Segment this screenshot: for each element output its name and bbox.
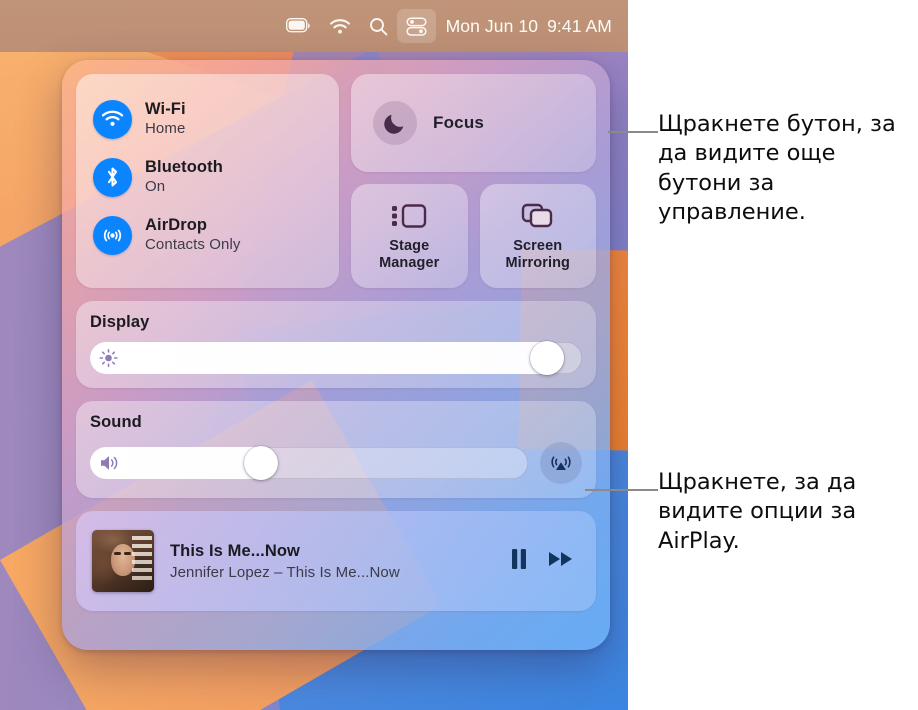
screen-mirroring-tile[interactable]: Screen Mirroring [479,184,596,288]
volume-slider[interactable] [90,446,528,480]
airdrop-icon [93,215,132,255]
brightness-icon [99,348,118,368]
brightness-slider[interactable] [90,341,582,375]
bluetooth-title: Bluetooth [145,158,223,177]
display-panel: Display [76,301,596,388]
spotlight-search-icon[interactable] [360,9,397,43]
menu-bar-clock[interactable]: Mon Jun 10 9:41 AM [446,16,612,37]
connectivity-tile: Wi-Fi Home Bluetooth On AirDrop Contacts… [76,74,339,288]
control-center-icon[interactable] [396,9,436,43]
menu-bar-date: Mon Jun 10 [445,15,539,36]
leader-line-control-center [608,131,658,133]
track-title: This Is Me...Now [170,541,300,560]
speaker-icon [99,454,123,473]
airdrop-title: AirDrop [145,216,208,235]
track-artist-album: Jennifer Lopez – This Is Me...Now [170,563,400,581]
desktop-screen: Mon Jun 10 9:41 AM Wi-Fi Home Bluetooth … [0,0,628,710]
now-playing-panel: This Is Me...Now Jennifer Lopez – This I… [76,511,596,611]
menu-bar-time: 9:41 AM [547,15,612,36]
stage-manager-tile[interactable]: Stage Manager [351,184,468,288]
menu-bar: Mon Jun 10 9:41 AM [0,0,628,52]
focus-label: Focus [433,113,485,132]
airplay-audio-icon [551,456,571,470]
bluetooth-status: On [145,177,166,195]
wifi-status: Home [145,119,186,137]
album-artwork [92,530,154,592]
leader-line-airplay [585,489,658,491]
wifi-icon[interactable] [320,9,360,43]
bluetooth-row[interactable]: Bluetooth On [76,148,339,206]
fast-forward-button[interactable] [548,549,574,574]
battery-icon[interactable] [277,9,320,43]
sound-panel: Sound [76,401,596,498]
bluetooth-icon [93,157,132,197]
pause-button[interactable] [510,548,528,575]
wifi-row[interactable]: Wi-Fi Home [76,90,339,148]
wifi-title: Wi-Fi [145,100,186,119]
wifi-icon [93,99,132,139]
stage-manager-icon [392,204,427,228]
airdrop-status: Contacts Only [145,235,241,253]
stage-manager-label: Stage Manager [379,237,440,271]
callout-control-center: Щракнете бутон, за да видите още бутони … [658,111,896,225]
callout-airplay: Щракнете, за да видите опции за AirPlay. [658,469,857,554]
display-title: Display [90,313,150,331]
screen-mirroring-label: Screen Mirroring [505,237,571,271]
sound-title: Sound [90,413,142,431]
screenshot-root: Mon Jun 10 9:41 AM Wi-Fi Home Bluetooth … [0,0,918,710]
screen-mirroring-icon [521,203,552,228]
focus-tile[interactable]: Focus [351,74,596,172]
control-center-panel: Wi-Fi Home Bluetooth On AirDrop Contacts… [62,60,610,650]
airplay-audio-button[interactable] [540,442,582,484]
moon-icon [373,101,417,145]
airdrop-row[interactable]: AirDrop Contacts Only [76,206,339,264]
